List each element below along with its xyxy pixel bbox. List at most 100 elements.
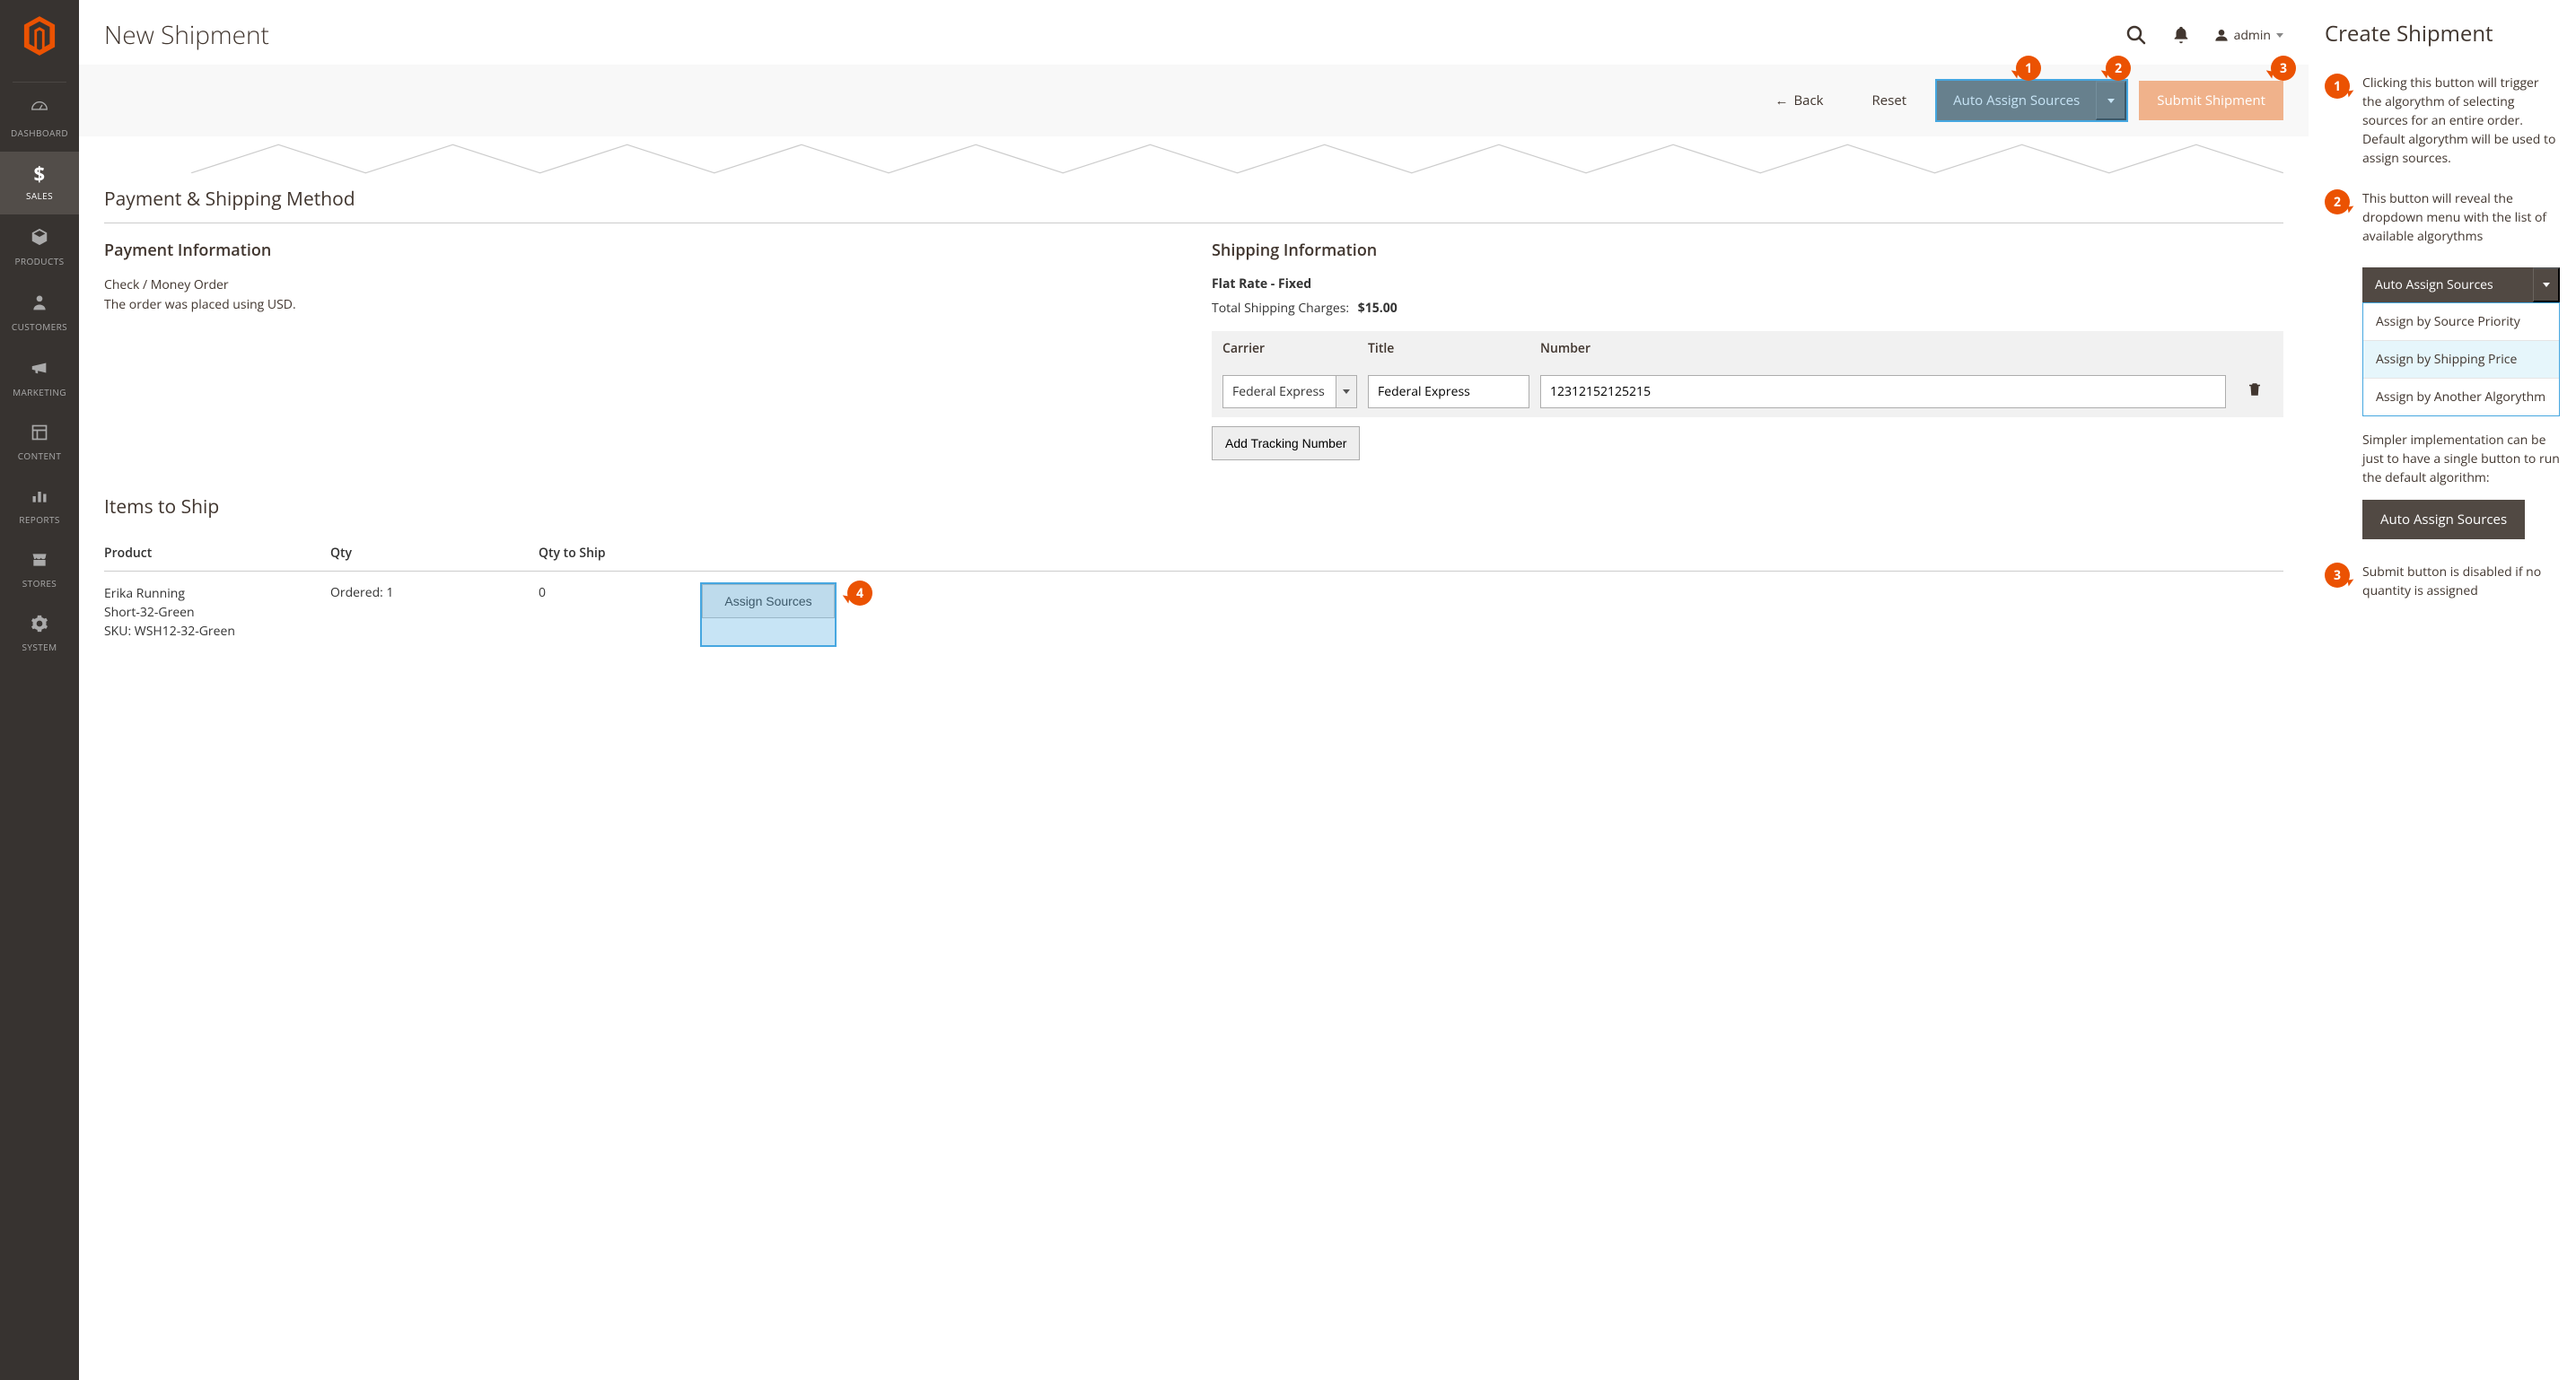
annotation-text-1: Clicking this button will trigger the al… [2362,74,2560,168]
sidebar-label: SALES [4,189,75,202]
layout-icon [4,424,75,444]
anno-menu-item[interactable]: Assign by Another Algorythm [2363,378,2559,415]
shipping-charges-value: $15.00 [1358,300,1398,317]
sidebar-item-products[interactable]: PRODUCTS [0,214,79,280]
trash-icon [2247,381,2263,397]
megaphone-icon [4,358,75,380]
items-row: Erika Running Short-32-Green SKU: WSH12-… [104,572,2283,653]
top-actions: admin [2125,23,2283,47]
person-icon [4,293,75,315]
sidebar-item-marketing[interactable]: MARKETING [0,345,79,411]
shipping-rate-line: Flat Rate - Fixed [1212,275,2283,293]
sidebar-label: MARKETING [4,386,75,398]
tracking-header: Carrier Title Number [1212,331,2283,366]
sidebar-item-dashboard[interactable]: DASHBOARD [0,86,79,152]
sidebar-item-system[interactable]: SYSTEM [0,602,79,666]
shipping-charges: Total Shipping Charges: $15.00 [1212,300,2283,317]
bars-icon [4,487,75,508]
payment-method-text: Check / Money Order [104,275,1176,295]
search-icon[interactable] [2125,23,2148,47]
col-number: Number [1540,340,2226,357]
sidebar: DASHBOARD $ SALES PRODUCTS CUSTOMERS MAR… [0,0,79,1380]
currency-note: The order was placed using USD. [104,295,1176,315]
tracking-row: Federal Express [1212,366,2283,417]
auto-assign-split-button: Auto Assign Sources 1 2 [1937,81,2126,120]
anno-menu-item[interactable]: Assign by Source Priority [2363,303,2559,340]
annotations-title: Create Shipment [2325,18,2560,50]
annotation-badge-2: 2 [2106,56,2131,81]
sidebar-item-content[interactable]: CONTENT [0,411,79,475]
payment-shipping-title: Payment & Shipping Method [104,178,2283,223]
chevron-down-icon [1343,389,1350,394]
annotations-panel: Create Shipment 1 Clicking this button w… [2309,0,2576,1380]
tracking-title-input[interactable] [1368,375,1529,408]
col-qty-ship: Qty to Ship [539,545,691,562]
store-icon [4,551,75,572]
auto-assign-dropdown-toggle[interactable] [2096,81,2126,120]
sidebar-label: CUSTOMERS [4,320,75,333]
carrier-select[interactable]: Federal Express [1222,375,1336,408]
anno-menu-item[interactable]: Assign by Shipping Price [2363,340,2559,378]
product-name-line1: Erika Running [104,584,320,603]
zigzag-divider [104,140,2283,178]
annotation-text-2: This button will reveal the dropdown men… [2362,189,2560,246]
admin-user-label: admin [2234,27,2271,44]
annotation-text-3: Submit button is disabled if no quantity… [2362,563,2560,600]
items-header: Product Qty Qty to Ship [104,536,2283,572]
payment-info-title: Payment Information [104,240,1176,261]
chevron-down-icon [2543,283,2550,287]
box-icon [4,227,75,249]
annotation-badge-3: 3 [2325,563,2350,588]
carrier-select-toggle[interactable] [1336,375,1357,408]
annotation-badge-1: 1 [2016,56,2041,81]
sidebar-item-sales[interactable]: $ SALES [0,152,79,214]
reset-button[interactable]: Reset [1854,81,1925,120]
col-title: Title [1368,340,1529,357]
bell-icon[interactable] [2169,23,2193,47]
sidebar-label: SYSTEM [4,641,75,653]
sidebar-separator [13,82,66,83]
back-button[interactable]: Back [1757,81,1841,120]
anno-simpler-text: Simpler implementation can be just to ha… [2362,431,2560,487]
anno-algorithm-menu: Assign by Source Priority Assign by Ship… [2362,302,2560,416]
add-tracking-button[interactable]: Add Tracking Number [1212,426,1360,460]
product-name-line2: Short-32-Green [104,603,320,622]
chevron-down-icon [2107,99,2115,103]
delete-tracking-button[interactable] [2237,381,2273,402]
submit-shipment-button[interactable]: Submit Shipment [2139,81,2283,120]
sidebar-label: CONTENT [4,450,75,462]
person-icon [2214,28,2229,42]
product-sku: SKU: WSH12-32-Green [104,622,320,641]
chevron-down-icon [2276,33,2283,38]
main-content: New Shipment admin [79,0,2309,1380]
page-title: New Shipment [104,18,269,52]
sidebar-item-reports[interactable]: REPORTS [0,475,79,538]
sidebar-item-stores[interactable]: STORES [0,538,79,602]
anno-auto-assign-toggle[interactable] [2533,267,2560,302]
assign-sources-button[interactable]: Assign Sources [702,584,835,618]
items-to-ship-title: Items to Ship [104,485,2283,530]
sidebar-label: STORES [4,577,75,590]
annotation-badge-4: 4 [847,581,872,606]
tracking-number-input[interactable] [1540,375,2226,408]
anno-auto-assign-button[interactable]: Auto Assign Sources [2362,267,2533,302]
auto-assign-button[interactable]: Auto Assign Sources [1937,81,2096,120]
dashboard-icon [4,99,75,121]
magento-logo[interactable] [22,0,57,82]
annotation-badge-2: 2 [2325,189,2350,214]
sidebar-label: DASHBOARD [4,127,75,139]
admin-user-dropdown[interactable]: admin [2214,27,2283,44]
shipping-info-title: Shipping Information [1212,240,2283,261]
sidebar-label: PRODUCTS [4,255,75,267]
dollar-icon: $ [4,164,75,184]
annotation-badge-3: 3 [2271,56,2296,81]
anno-auto-assign-split: Auto Assign Sources [2362,267,2560,302]
col-product: Product [104,545,320,562]
col-qty: Qty [330,545,528,562]
col-carrier: Carrier [1222,340,1357,357]
anno-single-auto-assign-button[interactable]: Auto Assign Sources [2362,500,2525,539]
shipping-charges-label: Total Shipping Charges: [1212,300,1349,317]
qty-ordered: Ordered: 1 [330,584,528,601]
qty-to-ship-value: 0 [539,584,691,601]
sidebar-item-customers[interactable]: CUSTOMERS [0,280,79,345]
